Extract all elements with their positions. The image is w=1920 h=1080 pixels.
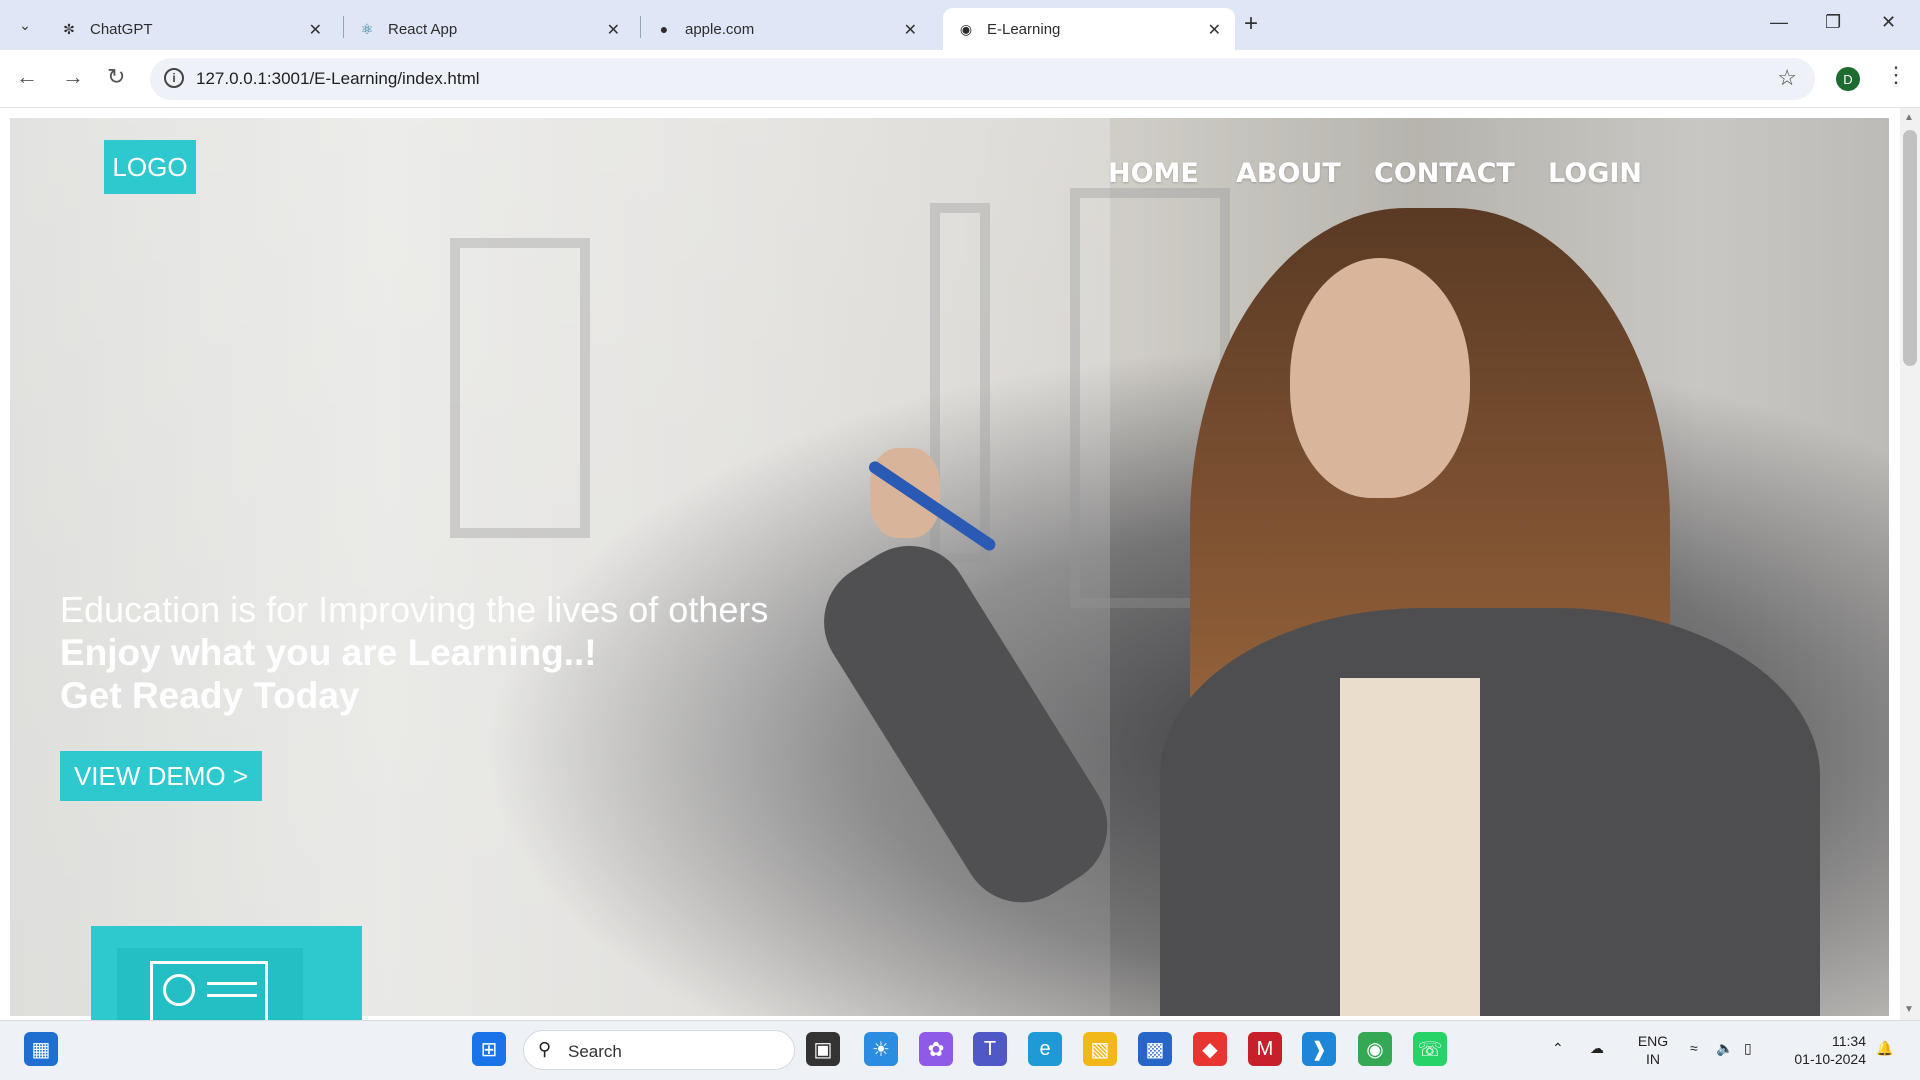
- nav-home[interactable]: HOME: [1108, 158, 1199, 189]
- url-text[interactable]: 127.0.0.1:3001/E-Learning/index.html: [196, 69, 480, 89]
- hero-line-2: Enjoy what you are Learning..!: [60, 632, 597, 673]
- onedrive-icon[interactable]: ☁: [1590, 1040, 1604, 1057]
- close-icon: ✕: [1881, 12, 1897, 32]
- reload-button[interactable]: ↻: [107, 64, 125, 90]
- battery-icon[interactable]: ▯: [1744, 1040, 1752, 1057]
- close-window-button[interactable]: ✕: [1881, 12, 1896, 33]
- nav-about[interactable]: ABOUT: [1236, 158, 1341, 189]
- tab-search-button[interactable]: ⌄: [10, 10, 40, 40]
- background-window: [450, 238, 590, 538]
- site-info-icon[interactable]: i: [164, 68, 184, 88]
- arrow-left-icon: ←: [16, 64, 38, 89]
- task-view-icon[interactable]: ▣: [806, 1032, 840, 1066]
- address-bar[interactable]: i 127.0.0.1:3001/E-Learning/index.html ☆: [150, 58, 1815, 100]
- weather-icon[interactable]: ☀: [864, 1032, 898, 1066]
- clock-time: 11:34: [1832, 1033, 1866, 1049]
- close-icon[interactable]: ✕: [904, 20, 917, 40]
- tab-apple[interactable]: ● apple.com ✕: [641, 8, 931, 50]
- bookmark-star-icon[interactable]: ☆: [1777, 65, 1797, 91]
- icon-line: [207, 982, 257, 985]
- close-icon[interactable]: ✕: [1208, 20, 1221, 40]
- close-icon[interactable]: ✕: [607, 20, 620, 40]
- search-label: Search: [568, 1042, 622, 1061]
- lang-bottom: IN: [1646, 1051, 1660, 1067]
- page-viewport: [0, 108, 1920, 1020]
- start-icon[interactable]: ⊞: [472, 1032, 506, 1066]
- scroll-up-icon[interactable]: ▲: [1904, 112, 1914, 123]
- icon-line: [207, 994, 257, 997]
- gear-icon: [163, 974, 195, 1006]
- reload-icon: ↻: [107, 64, 126, 89]
- nav-contact[interactable]: CONTACT: [1374, 158, 1515, 189]
- minimize-icon: —: [1770, 12, 1788, 32]
- vscode-icon[interactable]: ❱: [1302, 1032, 1336, 1066]
- hero-section: [10, 118, 1889, 1016]
- clock[interactable]: 11:34 01-10-2024: [1780, 1032, 1866, 1068]
- browser-toolbar: ← → ↻ i 127.0.0.1:3001/E-Learning/index.…: [0, 50, 1920, 108]
- new-tab-button[interactable]: +: [1244, 10, 1258, 38]
- tab-e-learning[interactable]: ◉ E-Learning ✕: [943, 8, 1235, 50]
- react-icon: ⚛: [360, 20, 374, 37]
- copilot-icon[interactable]: ✿: [919, 1032, 953, 1066]
- globe-icon: ◉: [959, 20, 973, 37]
- hero-line-1: Education is for Improving the lives of …: [60, 589, 769, 630]
- tab-title: React App: [388, 20, 458, 38]
- edge-icon[interactable]: e: [1028, 1032, 1062, 1066]
- close-icon[interactable]: ✕: [309, 20, 322, 40]
- restore-button[interactable]: ❐: [1825, 12, 1841, 33]
- menu-kebab-icon[interactable]: ⋮: [1885, 62, 1907, 88]
- hero-photo-shirt: [1340, 678, 1480, 1016]
- hero-headline: Education is for Improving the lives of …: [60, 588, 768, 717]
- notification-bell-icon[interactable]: 🔔: [1876, 1040, 1893, 1057]
- restore-icon: ❐: [1825, 12, 1842, 32]
- tab-react-app[interactable]: ⚛ React App ✕: [344, 8, 634, 50]
- app-red-icon[interactable]: ◆: [1193, 1032, 1227, 1066]
- wifi-icon[interactable]: ≈: [1690, 1040, 1698, 1056]
- tab-strip: ⌄ ✼ ChatGPT ✕ ⚛ React App ✕ ● apple.com …: [0, 0, 1920, 50]
- nav-login[interactable]: LOGIN: [1548, 158, 1642, 189]
- back-button[interactable]: ←: [16, 64, 38, 90]
- chatgpt-icon: ✼: [63, 20, 75, 37]
- whatsapp-icon[interactable]: ☏: [1413, 1032, 1447, 1066]
- hero-photo-face: [1290, 258, 1470, 498]
- arrow-right-icon: →: [62, 64, 84, 89]
- file-explorer-icon[interactable]: ▧: [1083, 1032, 1117, 1066]
- volume-icon[interactable]: 🔈: [1716, 1040, 1733, 1057]
- clock-date: 01-10-2024: [1794, 1051, 1866, 1067]
- mcafee-icon[interactable]: M: [1248, 1032, 1282, 1066]
- tab-chatgpt[interactable]: ✼ ChatGPT ✕: [46, 8, 336, 50]
- hero-line-3: Get Ready Today: [60, 675, 360, 716]
- chevron-up-icon[interactable]: ⌃: [1552, 1040, 1564, 1057]
- view-demo-button[interactable]: VIEW DEMO >: [60, 751, 262, 801]
- teams-icon[interactable]: T: [973, 1032, 1007, 1066]
- tab-title: ChatGPT: [90, 20, 153, 38]
- settings-card-icon: [150, 961, 268, 1020]
- tab-title: apple.com: [685, 20, 755, 38]
- language-indicator[interactable]: ENG IN: [1636, 1032, 1670, 1068]
- store-icon[interactable]: ▩: [1138, 1032, 1172, 1066]
- search-icon: ⚲: [538, 1039, 552, 1059]
- site-logo[interactable]: LOGO: [104, 140, 196, 194]
- profile-avatar[interactable]: D: [1836, 67, 1860, 91]
- hero-photo-jacket: [1160, 608, 1820, 1016]
- taskbar-search[interactable]: ⚲ Search: [523, 1030, 795, 1070]
- widgets-icon[interactable]: ▦: [24, 1032, 58, 1066]
- lang-top: ENG: [1637, 1033, 1669, 1049]
- windows-taskbar: [0, 1020, 1920, 1080]
- scroll-down-icon[interactable]: ▼: [1904, 1004, 1914, 1015]
- apple-icon: ●: [659, 21, 669, 37]
- chrome-icon[interactable]: ◉: [1358, 1032, 1392, 1066]
- plus-icon: +: [1244, 10, 1259, 37]
- forward-button[interactable]: →: [62, 64, 84, 90]
- scrollbar-thumb[interactable]: [1903, 130, 1917, 366]
- tab-title: E-Learning: [987, 20, 1061, 38]
- chevron-down-icon: ⌄: [19, 16, 31, 33]
- minimize-button[interactable]: —: [1770, 12, 1788, 33]
